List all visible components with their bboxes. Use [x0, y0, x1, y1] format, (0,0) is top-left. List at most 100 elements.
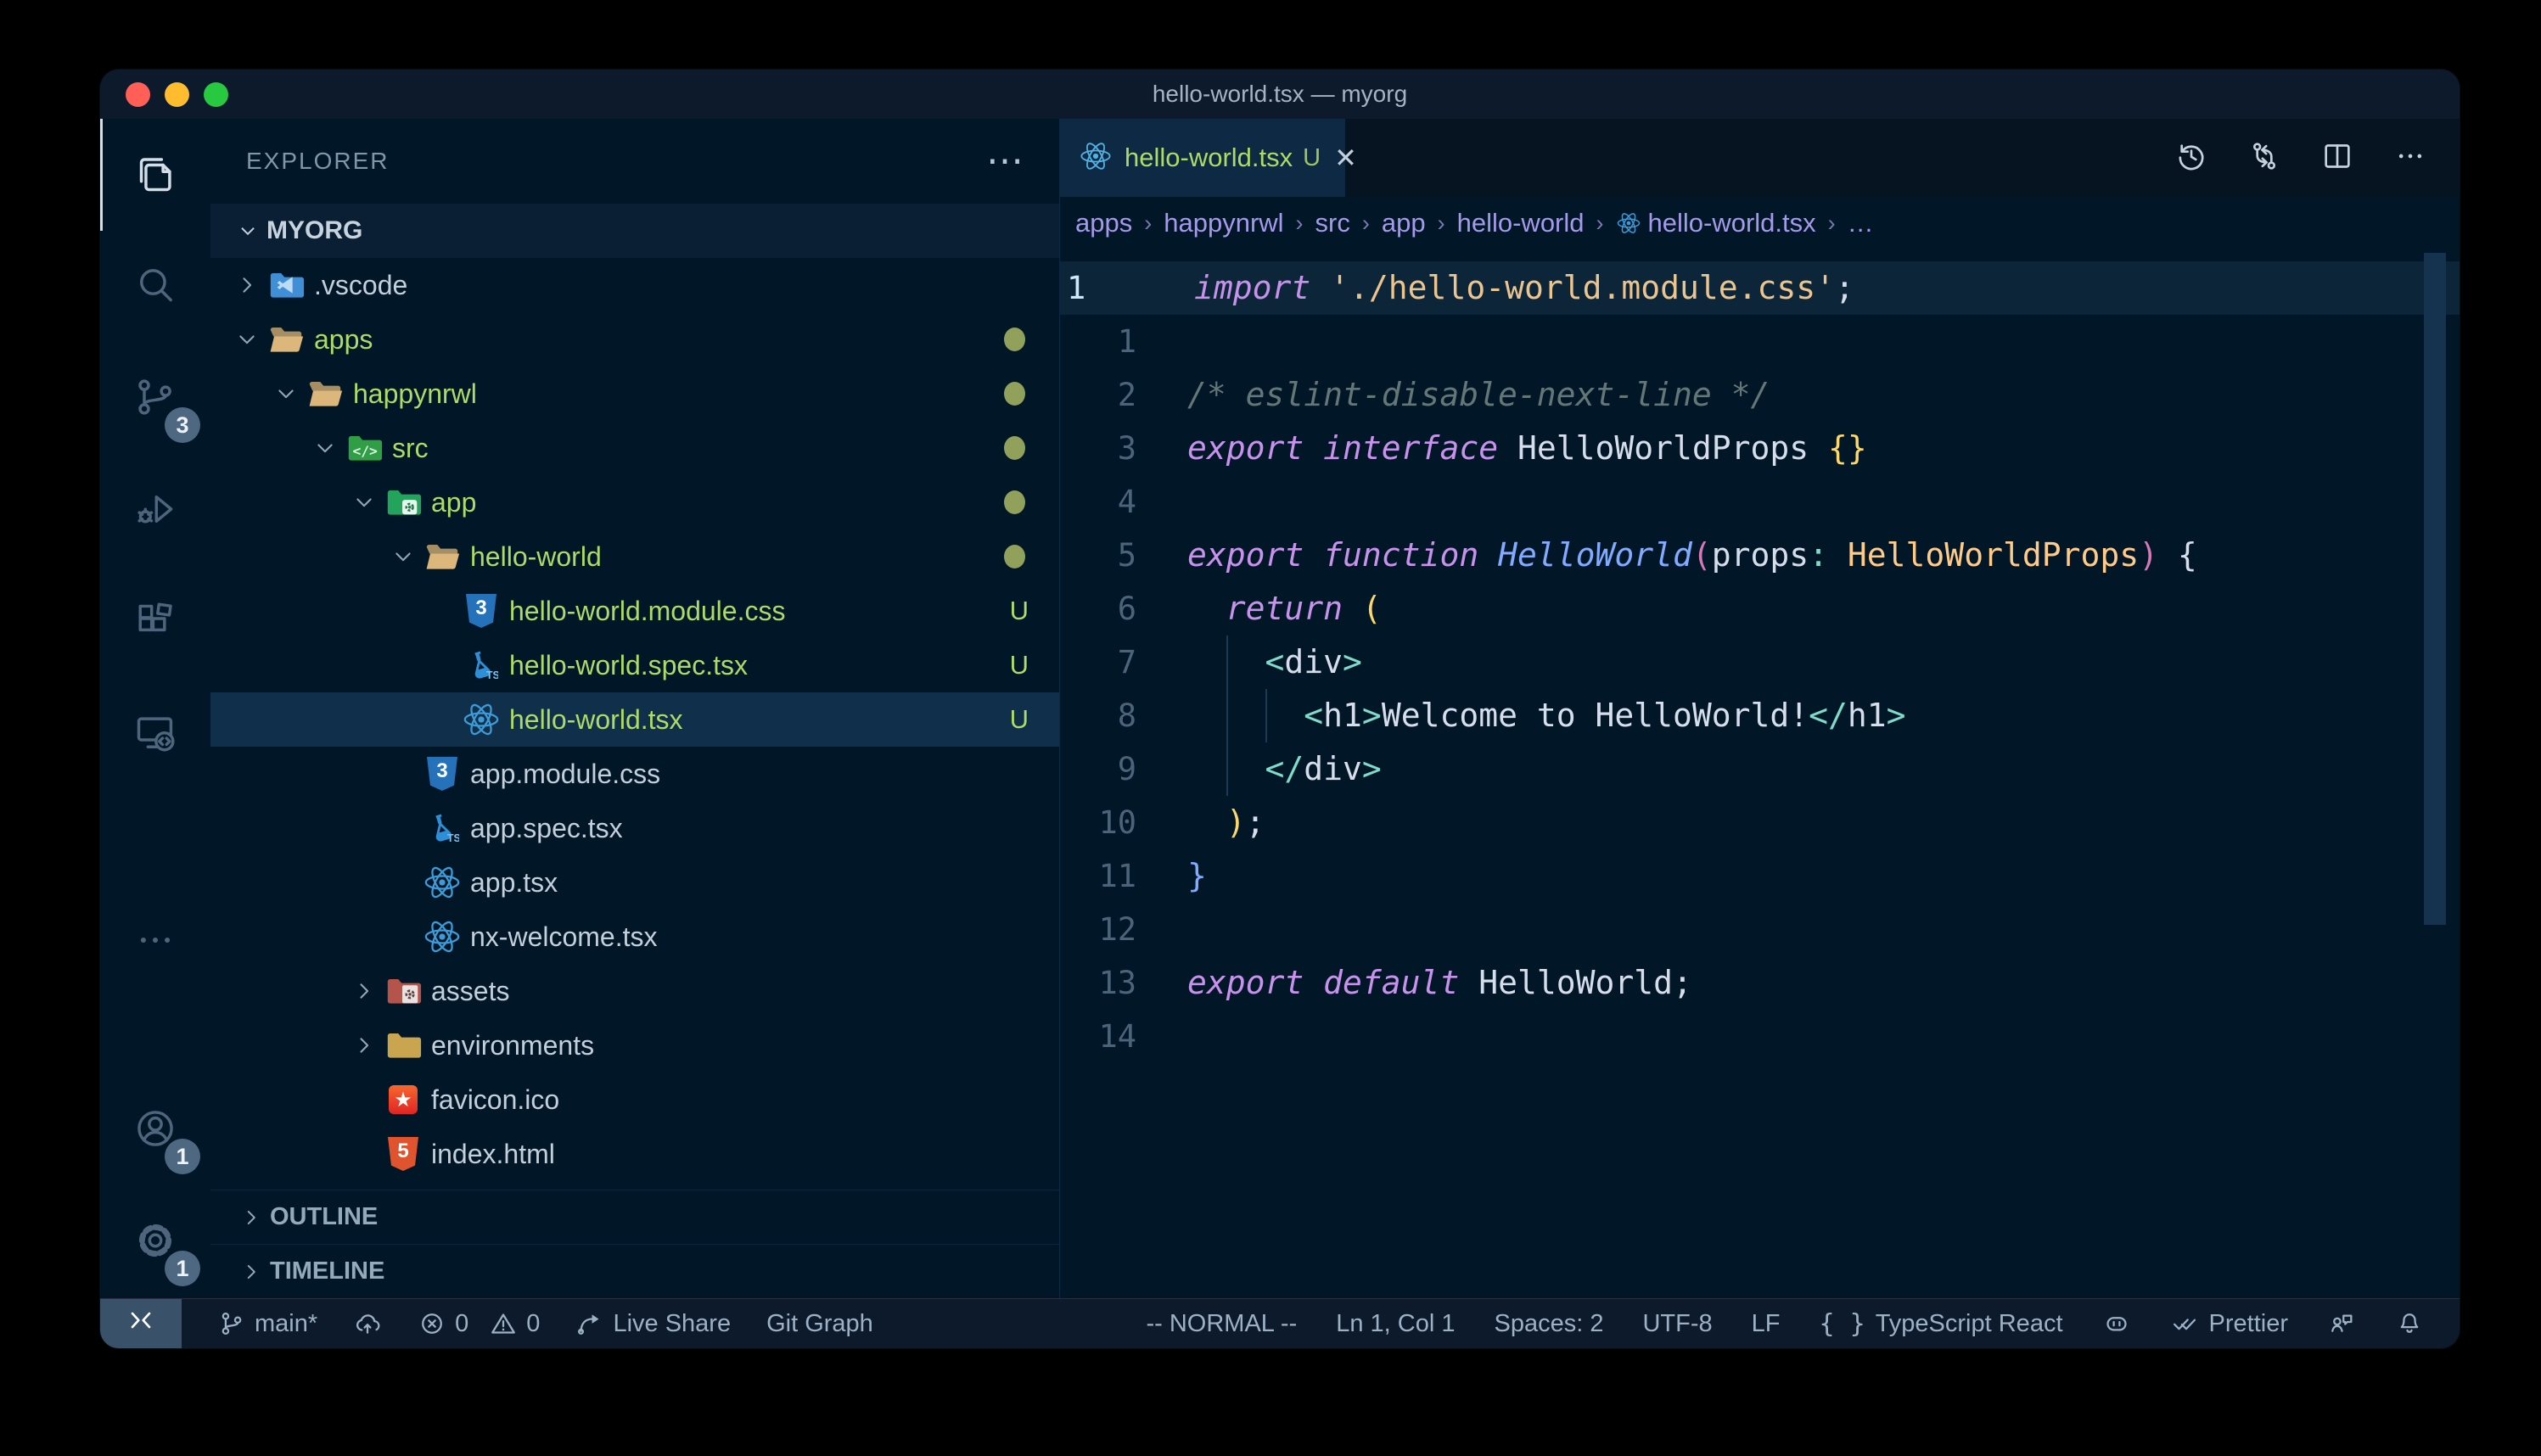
status-bar: main* 00 Live Share Git Graph -- NORMAL -- L… [100, 1298, 2460, 1348]
status-label: 0 [526, 1310, 540, 1338]
activity-explorer[interactable] [100, 119, 210, 231]
tree-item-label: favicon.ico [431, 1084, 559, 1116]
breadcrumb-item-src[interactable]: src [1315, 208, 1350, 238]
section-outline[interactable]: OUTLINE [210, 1190, 1059, 1244]
git-untracked-badge: U [1010, 704, 1029, 735]
activity-more-views[interactable] [100, 886, 210, 998]
activity-accounts[interactable]: 1 [100, 1074, 210, 1186]
chevron-right-icon [233, 1207, 270, 1229]
status-live-share[interactable]: Live Share [575, 1309, 731, 1338]
status-cursor-position[interactable]: Ln 1, Col 1 [1336, 1310, 1455, 1338]
tree-item-hello-world[interactable]: hello-world [210, 529, 1059, 584]
tree-item-label: hello-world.spec.tsx [509, 650, 748, 681]
split-icon[interactable] [2320, 139, 2354, 177]
status-copilot[interactable] [2102, 1309, 2131, 1338]
css-icon: 3 [462, 594, 501, 628]
close-tab-icon[interactable]: ✕ [1334, 142, 1357, 174]
status-git-branch[interactable]: main* [217, 1309, 317, 1338]
breadcrumb-item--[interactable]: … [1848, 208, 1874, 238]
tree-item-app-module-css[interactable]: 3app.module.css [210, 747, 1059, 801]
svg-text:</>: </> [352, 443, 378, 459]
activity-extensions[interactable] [100, 567, 210, 679]
workspace-name: MYORG [266, 216, 362, 245]
breadcrumb-item-app[interactable]: app [1382, 208, 1426, 238]
breadcrumb-item-hello-world[interactable]: hello-world [1457, 208, 1585, 238]
editor-scrollbar[interactable] [2424, 253, 2446, 925]
section-timeline[interactable]: TIMELINE [210, 1244, 1059, 1298]
code-line: 5export function HelloWorld(props: Hello… [1060, 529, 2460, 582]
git-modified-dot [1004, 490, 1025, 514]
tree-item-hello-world-module-css[interactable]: 3hello-world.module.cssU [210, 584, 1059, 638]
views-and-more-actions-button[interactable]: ⋯ [986, 153, 1025, 170]
ellipsis-icon[interactable] [2393, 139, 2427, 177]
breadcrumb-item-hello-world-tsx[interactable]: hello-world.tsx [1616, 208, 1816, 238]
history-icon[interactable] [2174, 139, 2208, 177]
activity-settings[interactable]: 1 [100, 1186, 210, 1298]
tree-item-label: hello-world.module.css [509, 596, 785, 627]
tree-item-app-tsx[interactable]: app.tsx [210, 855, 1059, 910]
status-remote-indicator[interactable] [100, 1299, 182, 1348]
status-label: Live Share [613, 1310, 731, 1338]
code-editor[interactable]: 1import './hello-world.module.css';12/* … [1060, 249, 2460, 1298]
tree-item-happynrwl[interactable]: happynrwl [210, 367, 1059, 421]
activity-remote-explorer[interactable] [100, 679, 210, 791]
activity-badge: 1 [165, 1251, 200, 1286]
remote-icon [133, 711, 177, 759]
branch-icon [217, 1309, 246, 1338]
editor-actions [2174, 119, 2460, 197]
workspace-section-header[interactable]: MYORG [210, 204, 1059, 258]
status-git-graph[interactable]: Git Graph [766, 1310, 873, 1338]
breadcrumb-item-happynrwl[interactable]: happynrwl [1164, 208, 1283, 238]
status-label: -- NORMAL -- [1146, 1310, 1297, 1338]
status-eol[interactable]: LF [1752, 1310, 1781, 1338]
close-window-button[interactable] [126, 82, 150, 107]
vscode-window: hello-world.tsx — myorg 311 EXPLORER ⋯ M… [100, 70, 2460, 1348]
tab-hello-world-tsx[interactable]: hello-world.tsx U ✕ [1060, 119, 1345, 197]
tree-item-src[interactable]: </>src [210, 421, 1059, 475]
zoom-window-button[interactable] [204, 82, 228, 107]
status-label: UTF-8 [1642, 1310, 1712, 1338]
tree-item-hello-world-tsx[interactable]: hello-world.tsxU [210, 692, 1059, 747]
tree-item-label: app.tsx [470, 867, 558, 899]
git-modified-dot [1004, 436, 1025, 460]
chevron-down-icon [227, 328, 266, 351]
status-sync[interactable] [353, 1309, 382, 1338]
breadcrumb-separator: › [1362, 210, 1370, 237]
activity-source-control[interactable]: 3 [100, 343, 210, 455]
tree-item-apps[interactable]: apps [210, 312, 1059, 367]
line-number: 4 [1060, 475, 1136, 529]
code-line: 3export interface HelloWorldProps {} [1060, 422, 2460, 475]
activity-run-debug[interactable] [100, 455, 210, 567]
tree-item-index-html[interactable]: 5index.html [210, 1127, 1059, 1181]
tree-item--vscode[interactable]: .vscode [210, 258, 1059, 312]
status-language-mode[interactable]: { }TypeScript React [1820, 1309, 2063, 1339]
line-number: 2 [1060, 368, 1136, 422]
svg-text:TS: TS [447, 832, 459, 844]
tree-item-label: apps [314, 324, 373, 356]
status-vim-mode[interactable]: -- NORMAL -- [1146, 1310, 1297, 1338]
status-notifications[interactable] [2395, 1309, 2424, 1338]
tree-item-assets[interactable]: assets [210, 964, 1059, 1018]
extensions-icon [133, 599, 177, 647]
tree-item-environments[interactable]: environments [210, 1018, 1059, 1072]
activity-search[interactable] [100, 231, 210, 343]
minimize-window-button[interactable] [165, 82, 189, 107]
chevron-down-icon [266, 382, 306, 406]
tree-item-app-spec-tsx[interactable]: TSapp.spec.tsx [210, 801, 1059, 855]
tab-label: hello-world.tsx [1125, 143, 1293, 173]
status-prettier[interactable]: Prettier [2170, 1309, 2288, 1338]
chevron-right-icon [345, 979, 384, 1003]
status-indentation[interactable]: Spaces: 2 [1495, 1310, 1604, 1338]
tree-item-hello-world-spec-tsx[interactable]: TShello-world.spec.tsxU [210, 638, 1059, 692]
breadcrumb-item-apps[interactable]: apps [1075, 208, 1132, 238]
status-problems[interactable]: 00 [418, 1309, 540, 1338]
tree-item-nx-welcome-tsx[interactable]: nx-welcome.tsx [210, 910, 1059, 964]
status-encoding[interactable]: UTF-8 [1642, 1310, 1712, 1338]
git-untracked-badge: U [1010, 650, 1029, 680]
status-feedback[interactable] [2327, 1309, 2356, 1338]
html-icon: 5 [384, 1137, 423, 1171]
tree-item-favicon-ico[interactable]: ★favicon.ico [210, 1072, 1059, 1127]
react-icon [423, 917, 462, 956]
tree-item-app[interactable]: app [210, 475, 1059, 529]
compare-icon[interactable] [2247, 139, 2281, 177]
